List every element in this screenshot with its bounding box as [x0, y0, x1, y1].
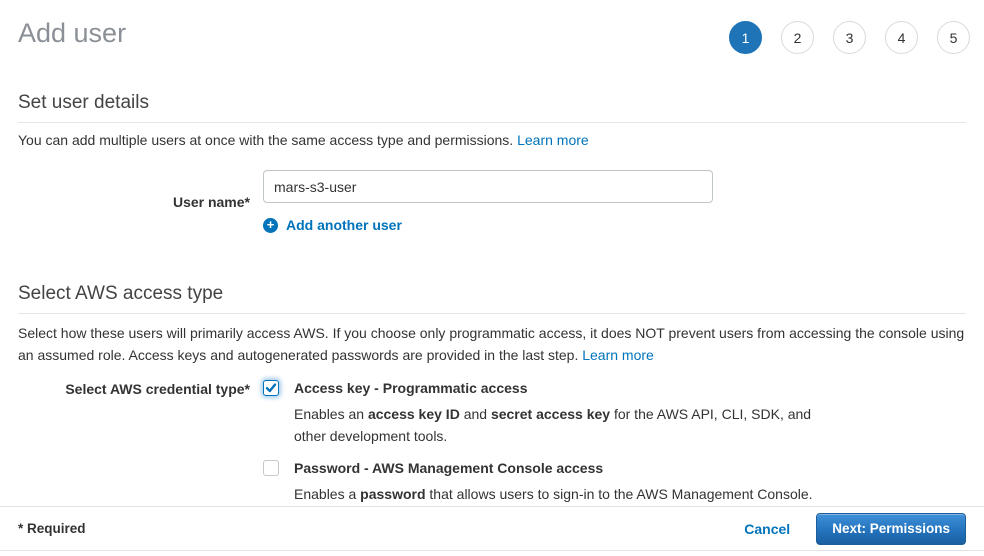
programmatic-access-title: Access key - Programmatic access [294, 380, 846, 397]
next-permissions-button[interactable]: Next: Permissions [816, 513, 966, 545]
step-2-label: 2 [794, 30, 802, 46]
step-4: 4 [885, 21, 918, 54]
access-type-intro: Select how these users will primarily ac… [18, 322, 966, 366]
learn-more-link-user-details[interactable]: Learn more [517, 132, 589, 148]
required-note: * Required [18, 521, 86, 536]
desc-text: and [460, 406, 491, 422]
wizard-header: Add user 1 2 3 4 5 [0, 0, 984, 58]
desc-text: that allows users to sign-in to the AWS … [426, 486, 813, 502]
option-text: Access key - Programmatic access Enables… [294, 380, 846, 447]
desc-text-bold: password [360, 486, 425, 502]
checkmark-icon [265, 382, 277, 394]
option-console-access: Password - AWS Management Console access… [263, 460, 846, 505]
learn-more-link-access-type[interactable]: Learn more [582, 347, 654, 363]
wizard-footer: * Required Cancel Next: Permissions [0, 506, 984, 551]
console-access-checkbox[interactable] [263, 460, 279, 476]
option-programmatic-access: Access key - Programmatic access Enables… [263, 380, 846, 447]
step-5-label: 5 [950, 30, 958, 46]
footer-actions: Cancel Next: Permissions [744, 513, 966, 545]
credential-options: Access key - Programmatic access Enables… [263, 380, 846, 505]
access-type-heading: Select AWS access type [18, 283, 966, 305]
step-4-label: 4 [898, 30, 906, 46]
section-divider [18, 313, 966, 314]
step-5: 5 [937, 21, 970, 54]
user-details-heading: Set user details [18, 92, 966, 114]
console-access-desc: Enables a password that allows users to … [294, 483, 813, 505]
username-field-group: + Add another user [263, 170, 713, 233]
username-row: User name* + Add another user [18, 170, 966, 233]
console-access-title: Password - AWS Management Console access [294, 460, 813, 477]
username-input[interactable] [263, 170, 713, 203]
cancel-button[interactable]: Cancel [744, 521, 790, 537]
desc-text: Enables an [294, 406, 368, 422]
step-3: 3 [833, 21, 866, 54]
section-user-details: Set user details You can add multiple us… [18, 92, 966, 233]
section-divider [18, 122, 966, 123]
step-3-label: 3 [846, 30, 854, 46]
add-another-user-link[interactable]: + Add another user [263, 217, 713, 233]
username-label: User name* [18, 194, 250, 210]
access-type-intro-text: Select how these users will primarily ac… [18, 325, 964, 363]
desc-text-bold: access key ID [368, 406, 460, 422]
programmatic-access-desc: Enables an access key ID and secret acce… [294, 403, 846, 447]
add-another-user-label: Add another user [286, 217, 402, 233]
user-details-intro-text: You can add multiple users at once with … [18, 132, 517, 148]
step-indicator: 1 2 3 4 5 [729, 16, 970, 54]
programmatic-access-checkbox[interactable] [263, 380, 279, 396]
desc-text-bold: secret access key [491, 406, 610, 422]
user-details-intro: You can add multiple users at once with … [18, 132, 966, 149]
credential-type-row: Select AWS credential type* Access key -… [18, 380, 966, 505]
option-text: Password - AWS Management Console access… [294, 460, 813, 505]
step-1: 1 [729, 21, 762, 54]
step-1-label: 1 [742, 30, 750, 46]
section-access-type: Select AWS access type Select how these … [18, 283, 966, 505]
desc-text: Enables a [294, 486, 360, 502]
step-2: 2 [781, 21, 814, 54]
credential-type-label: Select AWS credential type* [18, 380, 250, 505]
page-title: Add user [18, 16, 126, 50]
plus-circle-icon: + [263, 218, 278, 233]
